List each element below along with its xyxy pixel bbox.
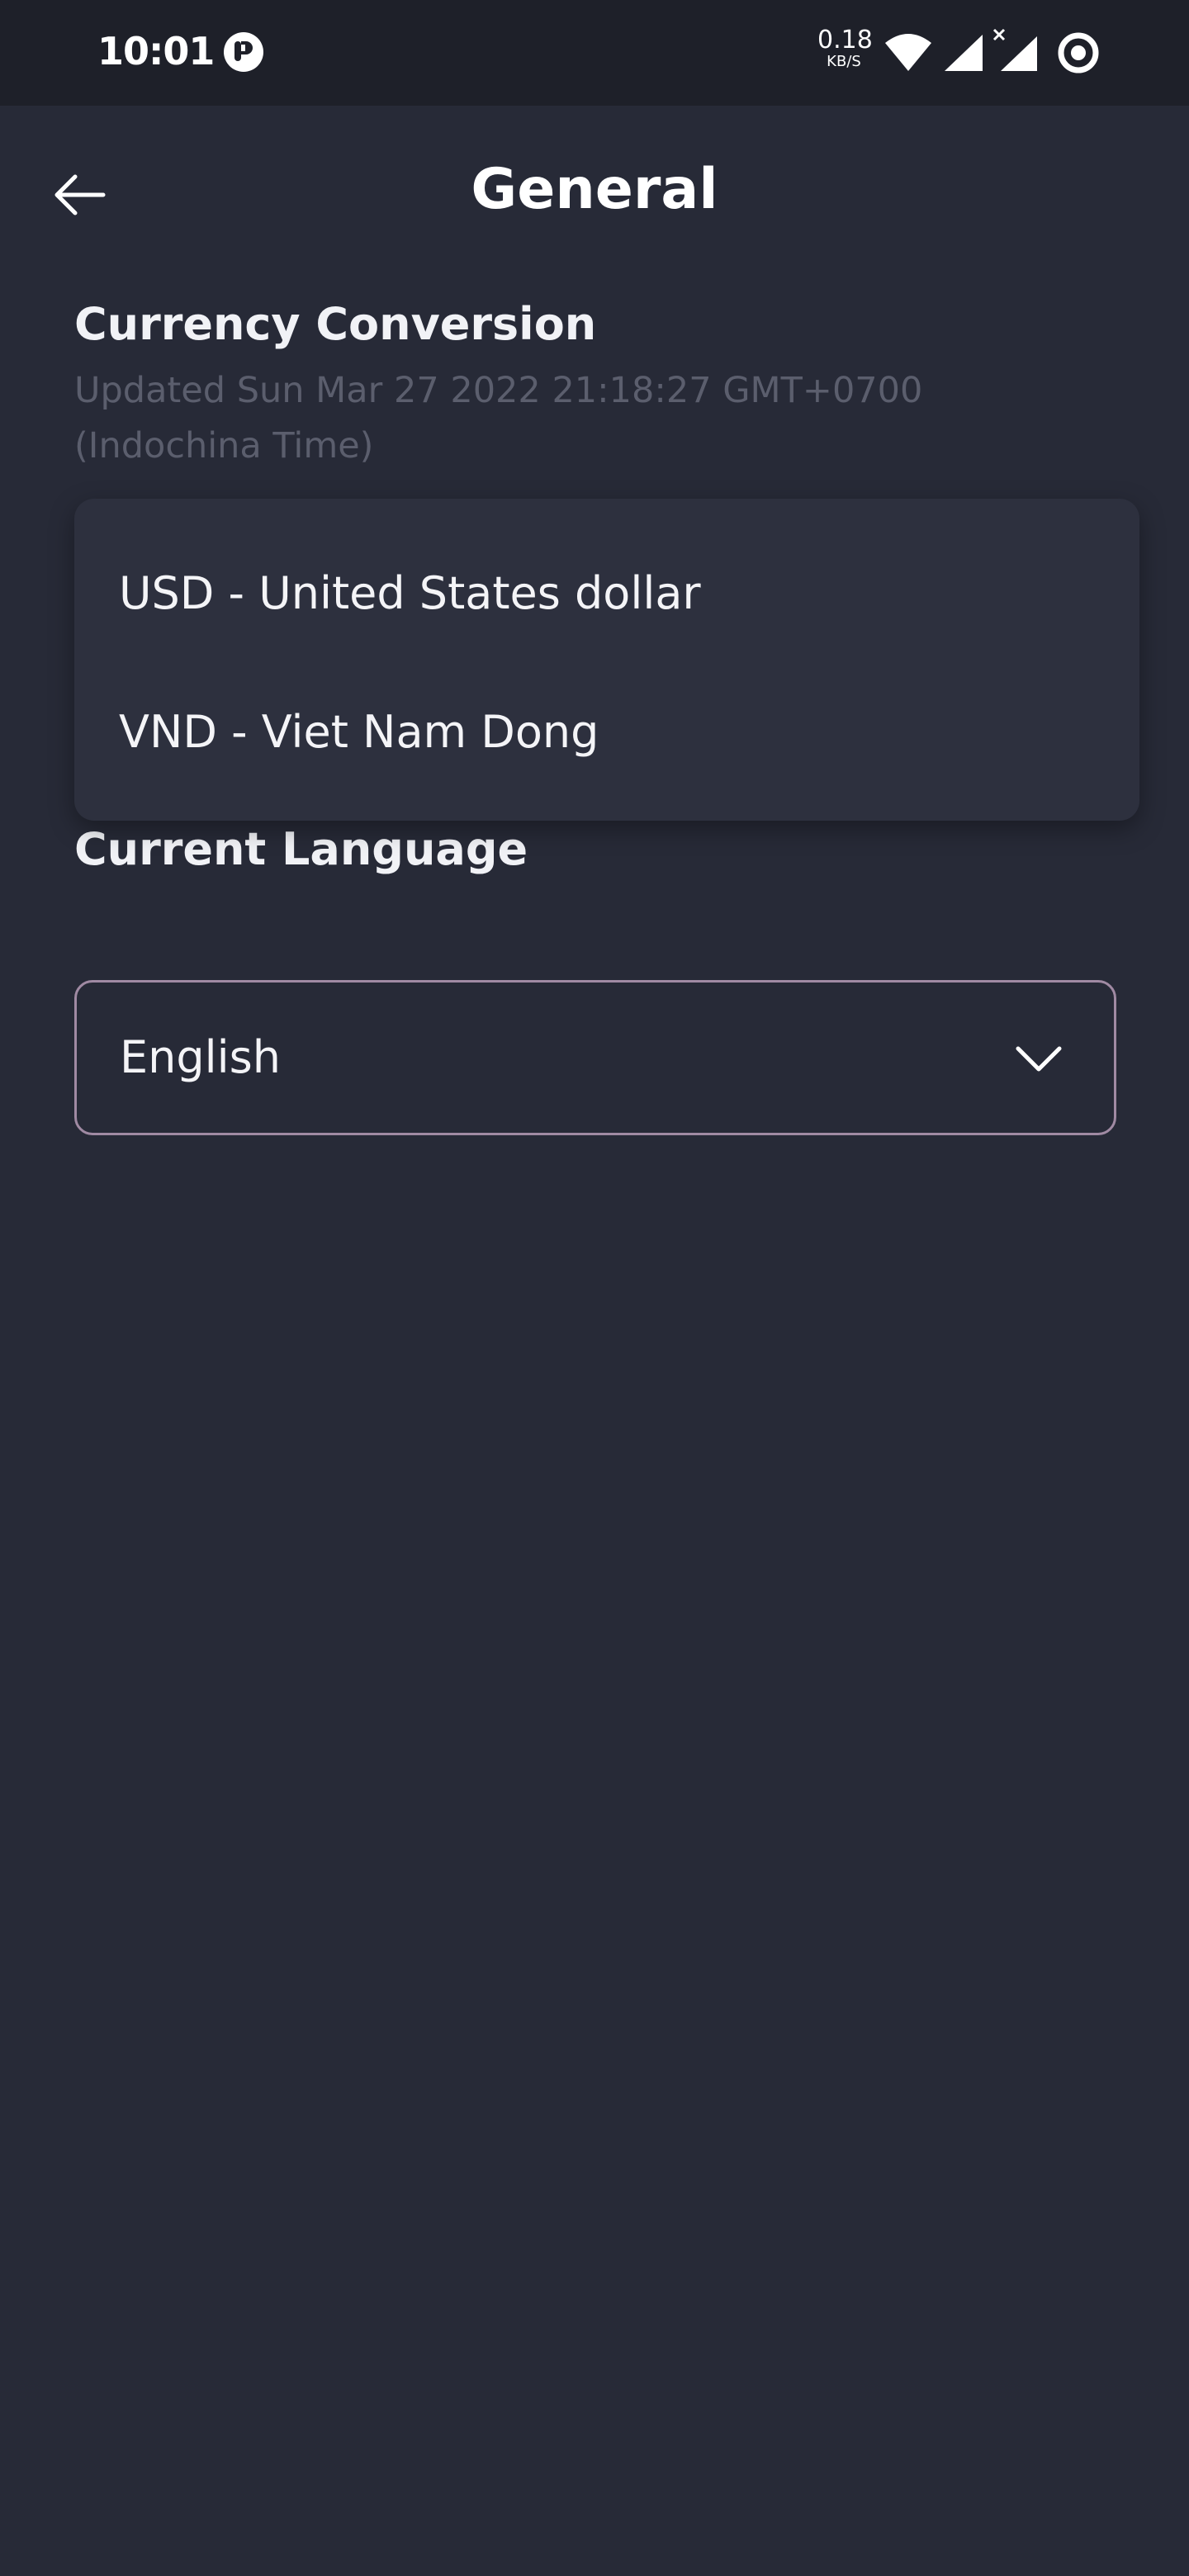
- network-speed: 0.18 KB/S: [817, 26, 873, 70]
- page-title: General: [471, 157, 718, 222]
- network-speed-unit: KB/S: [827, 53, 861, 70]
- wifi-icon: [885, 34, 931, 71]
- currency-dropdown-menu: USD - United States dollar VND - Viet Na…: [74, 499, 1139, 821]
- signal-no-data-icon: [992, 28, 1037, 71]
- chevron-down-icon: [1016, 1046, 1062, 1072]
- signal-icon: [945, 35, 983, 71]
- currency-updated-line-2: (Indochina Time): [74, 425, 374, 466]
- currency-option-vnd[interactable]: VND - Viet Nam Dong: [74, 662, 1139, 801]
- currency-section-title: Currency Conversion: [74, 298, 597, 350]
- ring-icon: [1058, 32, 1099, 73]
- network-speed-value: 0.18: [817, 26, 873, 54]
- status-bar: 10:01 0.18 KB/S: [0, 0, 1189, 106]
- status-time: 10:01: [97, 29, 215, 73]
- language-select[interactable]: English: [74, 980, 1116, 1135]
- currency-option-usd[interactable]: USD - United States dollar: [74, 523, 1139, 662]
- notification-app-icon: [224, 32, 263, 72]
- language-section-title: Current Language: [74, 823, 528, 875]
- currency-updated-text: Updated Sun Mar 27 2022 21:18:27 GMT+070…: [74, 363, 1082, 474]
- currency-updated-line-1: Updated Sun Mar 27 2022 21:18:27 GMT+070…: [74, 370, 923, 411]
- language-selected-value: English: [120, 1031, 281, 1083]
- app-bar: General: [0, 106, 1189, 268]
